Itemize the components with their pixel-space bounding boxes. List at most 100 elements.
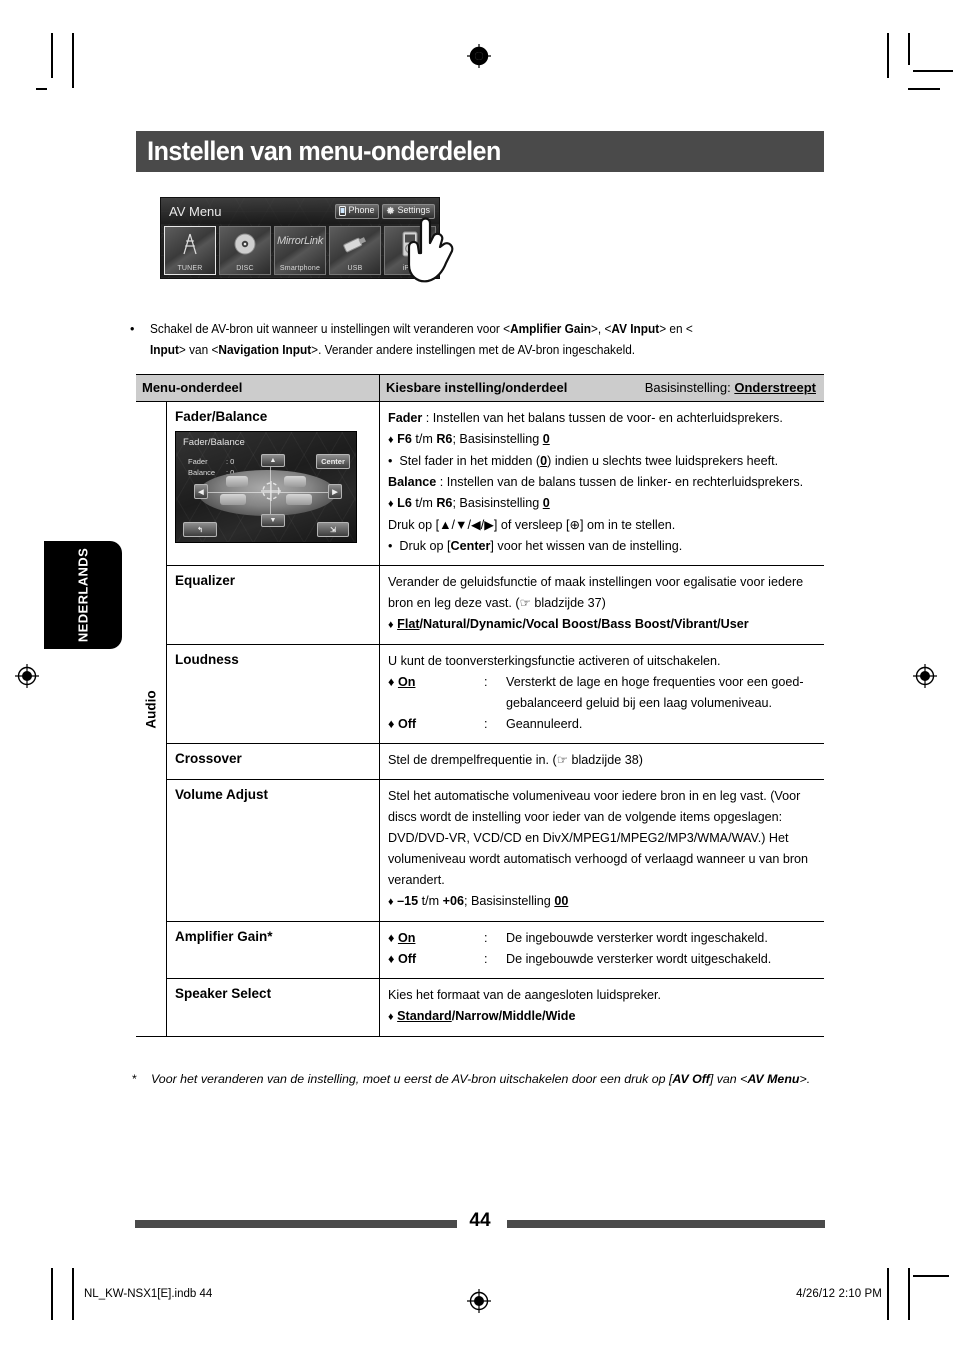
option-text: De ingebouwde versterker wordt uitgescha…	[506, 952, 772, 966]
table-header-menu-item: Menu-onderdeel	[136, 374, 380, 402]
desc-line: Fader : Instellen van het balans tussen …	[388, 411, 783, 425]
desc-line: Balance : Instellen van de balans tussen…	[388, 475, 804, 489]
crop-mark-tl-h1	[36, 88, 47, 90]
option-colon: :	[484, 675, 488, 689]
table-group-label-audio: Audio	[143, 690, 159, 729]
registration-mark-top	[466, 43, 492, 69]
av-tile-tuner[interactable]: TUNER	[164, 226, 216, 275]
option-colon-spacer	[484, 693, 506, 714]
av-tile-usb[interactable]: USB	[329, 226, 381, 275]
row-name-volume-adjust: Volume Adjust	[166, 779, 380, 922]
disc-icon	[220, 231, 270, 257]
desc-option-row: ♦ Off : Geannuleerd.	[388, 714, 820, 735]
crop-mark-tr-v1	[887, 33, 889, 78]
option-label-spacer	[388, 693, 484, 714]
fb-fader-key: Fader	[188, 457, 208, 466]
desc-line: ♦ –15 t/m +06; Basisinstelling 00	[388, 894, 569, 908]
row-desc-speaker-select: Kies het formaat van de aangesloten luid…	[379, 978, 824, 1037]
crop-mark-tr-v2	[908, 33, 910, 65]
av-tile-smartphone[interactable]: MirrorLink Smartphone	[274, 226, 326, 275]
page-number: 44	[469, 1210, 491, 1231]
phone-icon	[339, 205, 347, 216]
fb-back-button[interactable]: ↰	[183, 522, 217, 537]
language-tab-label: NEDERLANDS	[75, 547, 91, 643]
pointing-hand-cursor	[403, 213, 465, 285]
av-tile-disc-label: DISC	[236, 265, 254, 272]
intro-note: • Schakel de AV-bron uit wanneer u inste…	[130, 319, 836, 361]
crosshair-handle-icon[interactable]	[258, 478, 284, 504]
seat-rear-right	[286, 494, 312, 505]
desc-line: ♦ Flat/Natural/Dynamic/Vocal Boost/Bass …	[388, 617, 749, 631]
page-number-row: 44	[135, 1210, 825, 1234]
phone-button[interactable]: Phone	[335, 203, 380, 219]
row-name-amplifier-gain: Amplifier Gain*	[166, 921, 380, 979]
footnote-marker: *	[132, 1072, 137, 1086]
row-name-loudness: Loudness	[166, 644, 380, 744]
fb-down-button[interactable]: ▼	[261, 514, 285, 527]
crop-mark-tl-v2	[72, 33, 74, 88]
fb-left-button[interactable]: ◀	[194, 484, 208, 499]
row-desc-amplifier-gain: ♦ On : De ingebouwde versterker wordt in…	[379, 921, 824, 979]
table-row: Equalizer Verander de geluidsfunctie of …	[136, 565, 824, 645]
fb-right-button[interactable]: ▶	[328, 484, 342, 499]
seat-front-right	[284, 476, 306, 487]
option-text: De ingebouwde versterker wordt ingeschak…	[506, 931, 768, 945]
antenna-icon	[165, 231, 215, 257]
table-group-rail-audio: Audio	[136, 401, 167, 1037]
printer-footer: NL_KW-NSX1[E].indb 44 4/26/12 2:10 PM	[0, 1286, 954, 1316]
fb-up-button[interactable]: ▲	[261, 454, 285, 467]
page-title: Instellen van menu-onderdelen	[147, 136, 501, 166]
option-colon: :	[484, 717, 488, 731]
table-header-selectable: Kiesbare instelling/onderdeel Basisinste…	[379, 374, 824, 402]
desc-line: discs wordt de instelling voor ieder van…	[388, 810, 783, 824]
av-source-tiles: TUNER DISC MirrorLink Smartphone USB	[164, 226, 436, 275]
printer-timestamp: 4/26/12 2:10 PM	[796, 1288, 882, 1300]
usb-stick-icon	[330, 231, 380, 257]
desc-line: ♦ L6 t/m R6; Basisinstelling 0	[388, 496, 550, 510]
seat-rear-left	[220, 494, 246, 505]
row-desc-volume-adjust: Stel het automatische volumeniveau voor …	[379, 779, 824, 922]
option-text: Versterkt de lage en hoge frequenties vo…	[506, 675, 804, 689]
desc-line: ♦ Standard/Narrow/Middle/Wide	[388, 1009, 576, 1023]
crop-mark-tr-h2	[908, 88, 940, 90]
desc-line: Druk op [▲/▼/◀/▶] of versleep [⊕] om in …	[388, 518, 676, 532]
table-row: Speaker Select Kies het formaat van de a…	[136, 978, 824, 1037]
footnote-text: Voor het veranderen van de instelling, m…	[151, 1072, 811, 1086]
desc-option-row: ♦ On : Versterkt de lage en hoge frequen…	[388, 672, 820, 693]
row-name-equalizer: Equalizer	[166, 565, 380, 645]
settings-table: Menu-onderdeel Kiesbare instelling/onder…	[136, 374, 824, 1037]
fb-fader-value: : 0	[226, 457, 235, 466]
registration-mark-left	[14, 663, 40, 689]
desc-line: • Stel fader in het midden (0) indien u …	[388, 454, 779, 468]
printer-filename: NL_KW-NSX1[E].indb 44	[84, 1288, 213, 1300]
crop-mark-tl-v1	[51, 33, 53, 78]
desc-option-row: ♦ On : De ingebouwde versterker wordt in…	[388, 928, 820, 949]
option-text: gebalanceerd geluid bij een laag volumen…	[506, 696, 773, 710]
table-row: Volume Adjust Stel het automatische volu…	[136, 779, 824, 922]
table-header-selectable-label: Kiesbare instelling/onderdeel	[386, 380, 568, 395]
intro-note-bullet: •	[130, 322, 135, 336]
crop-mark-br-h	[913, 1275, 949, 1277]
row-name-label: Fader/Balance	[175, 409, 268, 424]
desc-line: bron en leg deze vast. (☞ bladzijde 37)	[388, 596, 606, 610]
desc-option-row: ♦ Off : De ingebouwde versterker wordt u…	[388, 949, 820, 970]
row-name-crossover: Crossover	[166, 743, 380, 780]
phone-button-label: Phone	[348, 205, 375, 215]
desc-line: Verander de geluidsfunctie of maak inste…	[388, 575, 804, 589]
desc-line: verandert.	[388, 873, 445, 887]
desc-line: volumeniveau wordt automatisch verhoogd …	[388, 852, 809, 866]
av-menu-screenshot: AV Menu Phone Settings TUNER DISC Mirror…	[160, 197, 440, 279]
row-desc-crossover: Stel de drempelfrequentie in. (☞ bladzij…	[379, 743, 824, 780]
av-menu-header: AV Menu Phone Settings	[161, 198, 439, 224]
option-label: ♦ On	[388, 675, 416, 689]
fb-exit-button[interactable]: ⇲	[317, 522, 349, 537]
intro-note-text: Schakel de AV-bron uit wanneer u instell…	[150, 322, 693, 357]
row-name-speaker-select: Speaker Select	[166, 978, 380, 1037]
table-row: Amplifier Gain* ♦ On : De ingebouwde ver…	[136, 921, 824, 979]
fader-balance-screenshot: Fader/Balance Fader: 0 Balance: 0	[175, 431, 357, 543]
fb-center-button[interactable]: Center	[316, 454, 350, 469]
desc-line: Stel de drempelfrequentie in. (☞ bladzij…	[388, 753, 643, 767]
av-tile-disc[interactable]: DISC	[219, 226, 271, 275]
desc-line: DVD/DVD-VR, VCD/CD en DivX/MPEG1/MPEG2/M…	[388, 831, 789, 845]
seat-front-left	[226, 476, 248, 487]
